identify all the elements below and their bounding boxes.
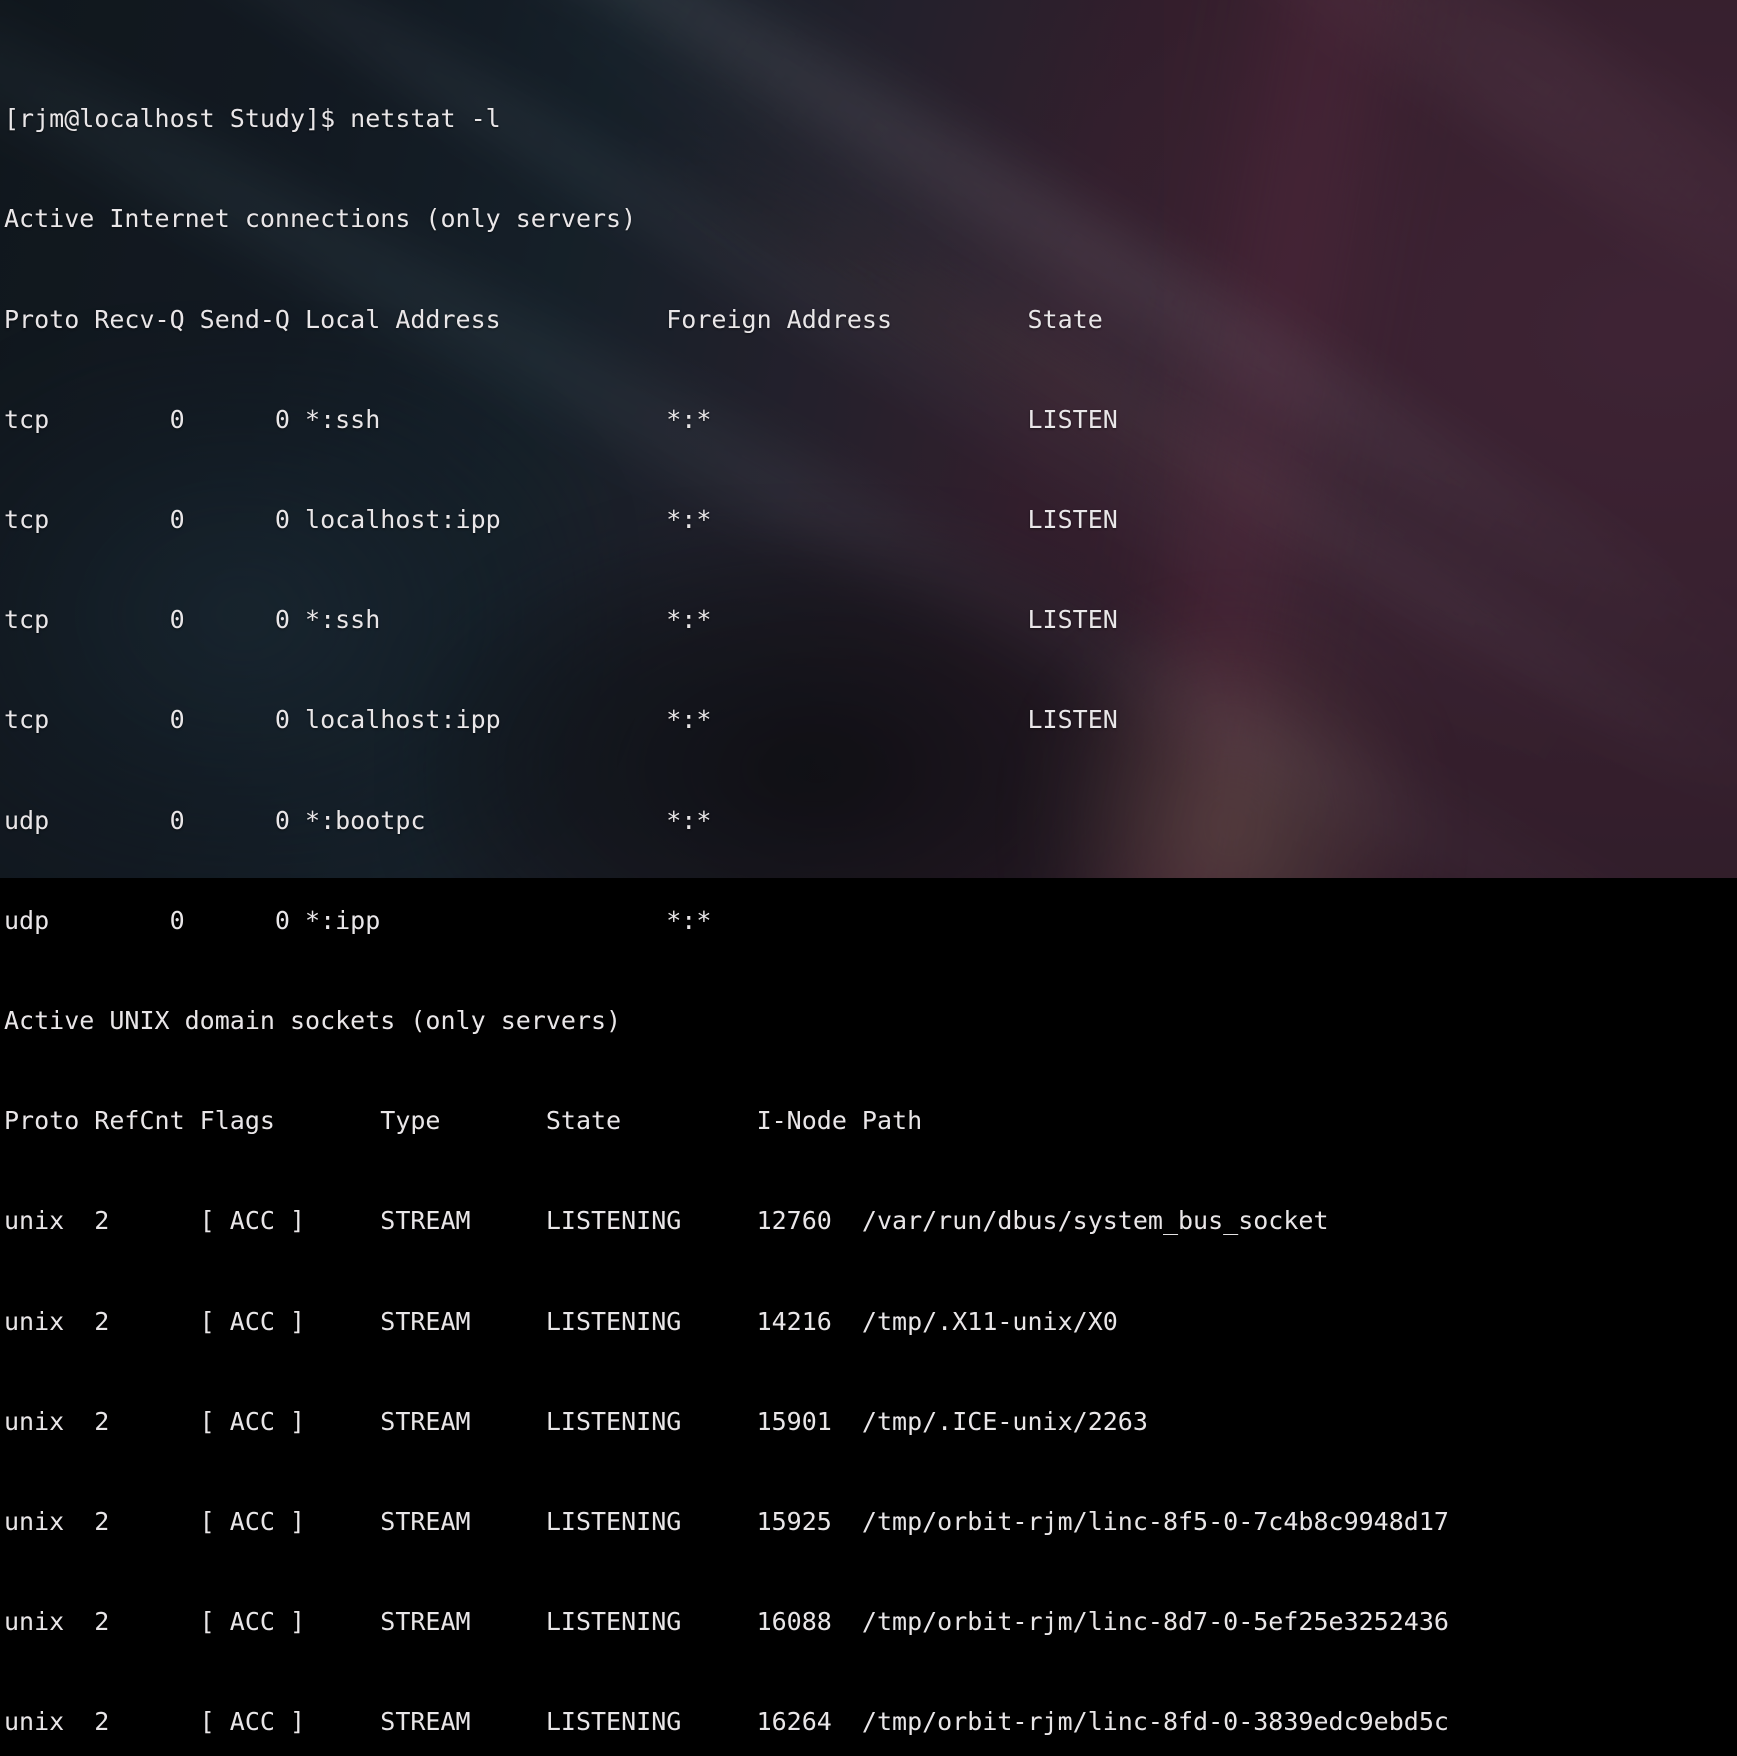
- unix-table-row: unix 2 [ ACC ] STREAM LISTENING 16264 /t…: [4, 1705, 1737, 1738]
- unix-section-heading: Active UNIX domain sockets (only servers…: [4, 1004, 1737, 1037]
- terminal-window[interactable]: [rjm@localhost Study]$ netstat -l Active…: [0, 0, 1737, 878]
- unix-table-row: unix 2 [ ACC ] STREAM LISTENING 14216 /t…: [4, 1305, 1737, 1338]
- unix-table-row: unix 2 [ ACC ] STREAM LISTENING 12760 /v…: [4, 1204, 1737, 1237]
- unix-table-header-row: Proto RefCnt Flags Type State I-Node Pat…: [4, 1104, 1737, 1137]
- unix-table-row: unix 2 [ ACC ] STREAM LISTENING 15901 /t…: [4, 1405, 1737, 1438]
- internet-table-row: udp 0 0 *:bootpc *:*: [4, 804, 1737, 837]
- internet-table-row: udp 0 0 *:ipp *:*: [4, 904, 1737, 937]
- internet-table-row: tcp 0 0 *:ssh *:* LISTEN: [4, 603, 1737, 636]
- terminal-output-area[interactable]: [rjm@localhost Study]$ netstat -l Active…: [4, 2, 1737, 878]
- internet-table-row: tcp 0 0 localhost:ipp *:* LISTEN: [4, 703, 1737, 736]
- internet-table-row: tcp 0 0 localhost:ipp *:* LISTEN: [4, 503, 1737, 536]
- terminal-prompt-line: [rjm@localhost Study]$ netstat -l: [4, 102, 1737, 135]
- internet-table-header-row: Proto Recv-Q Send-Q Local Address Foreig…: [4, 303, 1737, 336]
- internet-table-row: tcp 0 0 *:ssh *:* LISTEN: [4, 403, 1737, 436]
- unix-table-row: unix 2 [ ACC ] STREAM LISTENING 16088 /t…: [4, 1605, 1737, 1638]
- unix-table-row: unix 2 [ ACC ] STREAM LISTENING 15925 /t…: [4, 1505, 1737, 1538]
- internet-section-heading: Active Internet connections (only server…: [4, 202, 1737, 235]
